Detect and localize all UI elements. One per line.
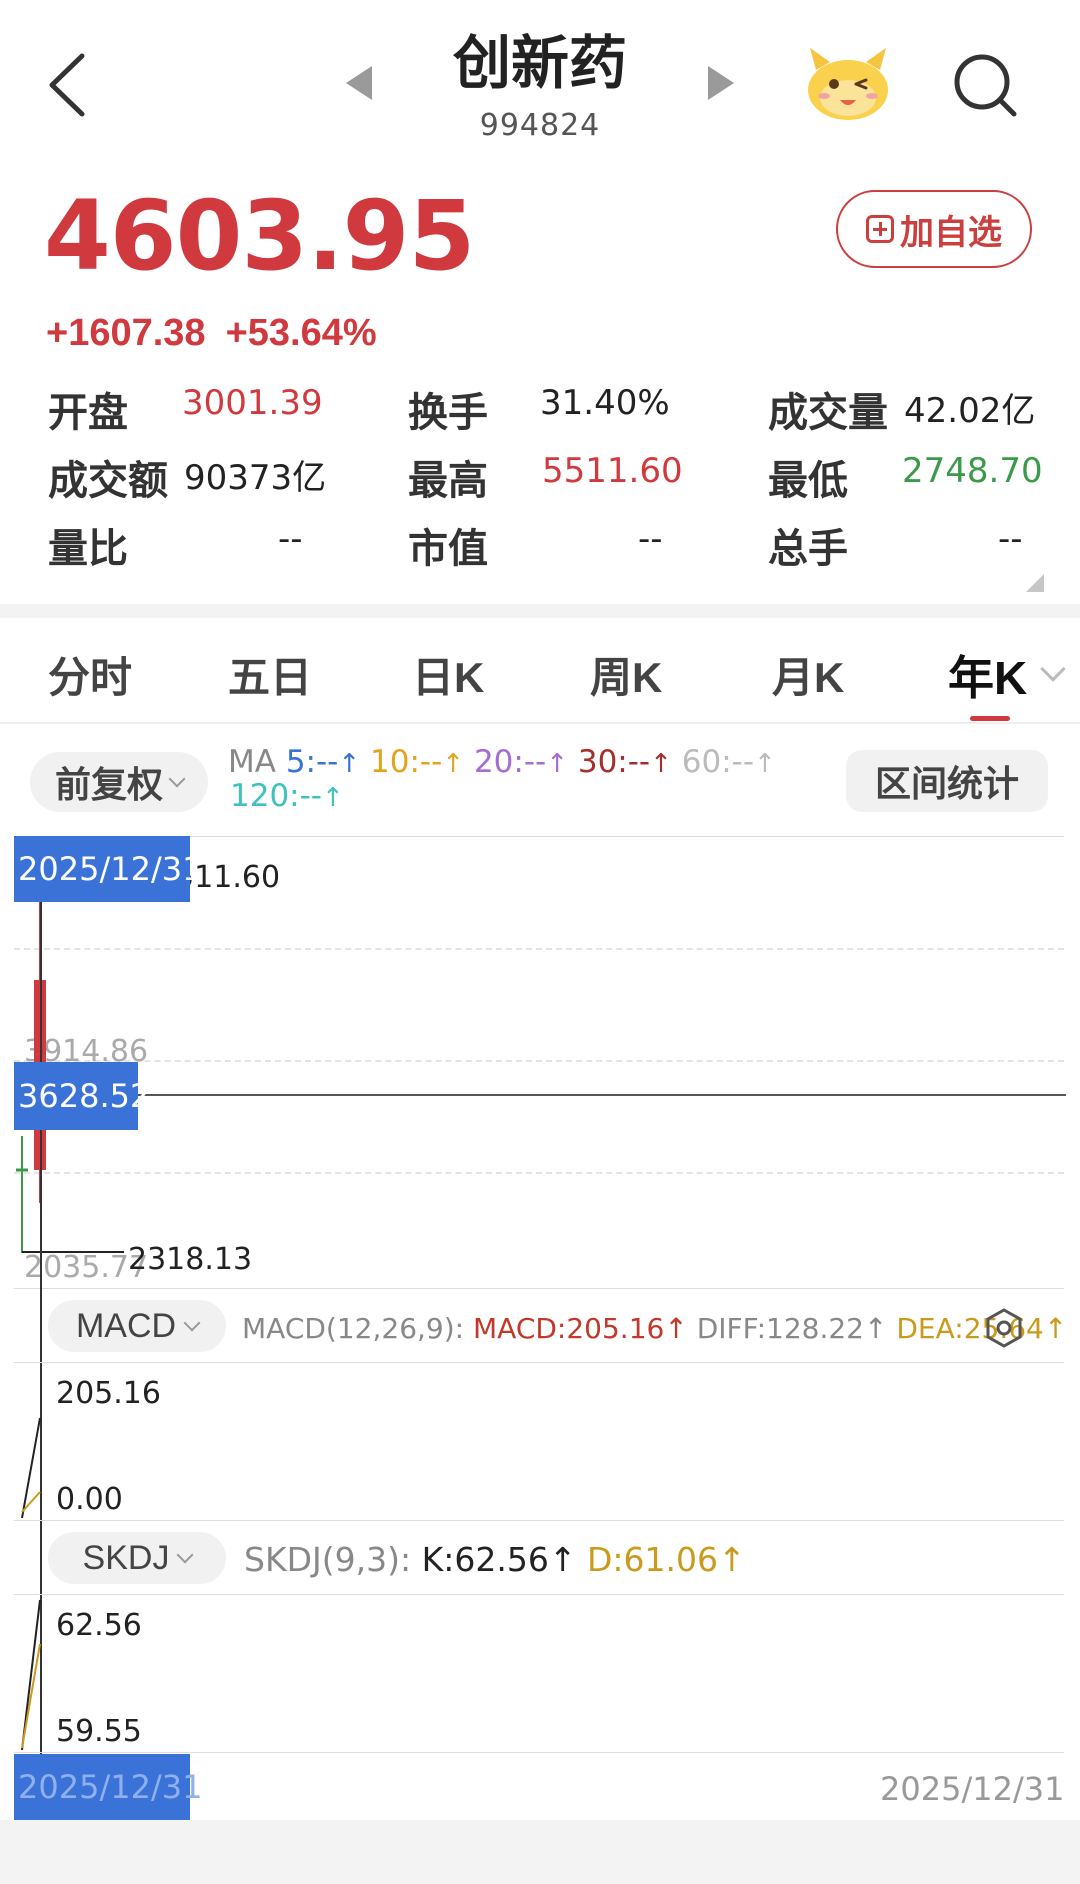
chart-bottom-border bbox=[14, 1288, 1064, 1289]
stat-value-turnover: 31.40% bbox=[540, 383, 670, 423]
change-percent: +53.64% bbox=[225, 312, 377, 354]
skdj-bottom-border bbox=[14, 1752, 1064, 1753]
macd-indicator-dropdown[interactable]: MACD bbox=[48, 1300, 226, 1352]
chevron-down-icon bbox=[176, 1546, 194, 1564]
current-price: 4603.95 bbox=[44, 180, 475, 292]
skdj-top-border bbox=[14, 1594, 1064, 1595]
stat-value-high: 5511.60 bbox=[542, 451, 683, 491]
low-price-label: 2318.13 bbox=[128, 1242, 253, 1277]
stat-label-volume-ratio: 量比 bbox=[48, 527, 128, 571]
tab-daily-k[interactable]: 日K bbox=[412, 644, 484, 705]
ma-60: 60:--↑ bbox=[681, 744, 776, 780]
crosshair-price-tag: 3628.52 bbox=[14, 1062, 150, 1130]
stat-label-low: 最低 bbox=[768, 459, 848, 503]
crosshair-horizontal bbox=[14, 1094, 1066, 1096]
chevron-down-icon bbox=[168, 770, 186, 788]
stat-label-high: 最高 bbox=[408, 459, 488, 503]
add-watchlist-label: 加自选 bbox=[900, 213, 1002, 252]
stat-label-turnover: 换手 bbox=[408, 391, 488, 435]
previous-stock-icon[interactable] bbox=[346, 66, 372, 100]
dea-value: DEA:25.64↑ bbox=[896, 1312, 1068, 1345]
stat-label-open: 开盘 bbox=[48, 391, 128, 435]
grid-line bbox=[14, 1172, 1064, 1174]
skdj-d-value: D:61.06↑ bbox=[586, 1540, 746, 1579]
bottom-date-tag: 2025/12/31 bbox=[14, 1754, 202, 1820]
stat-value-volume: 42.02亿 bbox=[904, 391, 1036, 431]
range-stats-button[interactable]: 区间统计 bbox=[846, 750, 1048, 812]
stock-code: 994824 bbox=[479, 108, 601, 143]
tab-weekly-k[interactable]: 周K bbox=[590, 644, 662, 705]
skdj-values: SKDJ(9,3): K:62.56↑ D:61.06↑ bbox=[244, 1540, 746, 1579]
stat-value-total-lots: -- bbox=[998, 519, 1023, 559]
macd-top-label: 205.16 bbox=[56, 1376, 161, 1411]
skdj-params: SKDJ(9,3): bbox=[244, 1540, 412, 1579]
stat-value-low: 2748.70 bbox=[902, 451, 1043, 491]
mascot-icon[interactable] bbox=[800, 40, 896, 124]
plus-box-icon bbox=[866, 215, 894, 243]
skdj-top-label: 62.56 bbox=[56, 1608, 142, 1643]
page-title: 创新药 bbox=[452, 31, 627, 96]
add-watchlist-button[interactable]: 加自选 bbox=[836, 190, 1032, 268]
macd-indicator-name: MACD bbox=[75, 1306, 177, 1345]
skdj-k-value: K:62.56↑ bbox=[421, 1540, 577, 1579]
macd-top-border bbox=[14, 1362, 1064, 1363]
change-amount: +1607.38 bbox=[46, 312, 206, 354]
chevron-down-icon bbox=[183, 1314, 201, 1332]
tab-yearly-k[interactable]: 年K bbox=[948, 642, 1027, 708]
skdj-canvas bbox=[21, 1599, 41, 1751]
settings-hexagon-icon[interactable] bbox=[984, 1308, 1024, 1348]
price-adjust-dropdown[interactable]: 前复权 bbox=[30, 752, 208, 812]
macd-values: MACD(12,26,9): MACD:205.16↑ DIFF:128.22↑… bbox=[242, 1312, 1067, 1345]
skdj-d-line bbox=[21, 1643, 41, 1749]
grid-line bbox=[14, 948, 1064, 950]
stat-label-volume: 成交量 bbox=[768, 391, 888, 435]
stat-value-volume-ratio: -- bbox=[278, 519, 303, 559]
stat-label-market-cap: 市值 bbox=[408, 527, 488, 571]
macd-bottom-border bbox=[14, 1520, 1064, 1521]
expand-corner-icon[interactable] bbox=[1026, 574, 1044, 592]
macd-params: MACD(12,26,9): bbox=[242, 1312, 465, 1345]
tab-five-day[interactable]: 五日 bbox=[228, 644, 312, 705]
section-divider bbox=[0, 604, 1080, 618]
ma-legend-row1: MA 5:--↑ 10:--↑ 20:--↑ 30:--↑ 60:--↑ bbox=[228, 744, 776, 780]
ma-30: 30:--↑ bbox=[577, 744, 672, 780]
stat-value-open: 3001.39 bbox=[182, 383, 323, 423]
price-adjust-label: 前复权 bbox=[54, 764, 163, 805]
ma-5: 5:--↑ bbox=[285, 744, 361, 780]
search-icon[interactable] bbox=[948, 48, 1022, 122]
ma-120: 120:--↑ bbox=[230, 778, 344, 814]
ma-prefix: MA bbox=[228, 744, 276, 780]
macd-value: MACD:205.16↑ bbox=[473, 1312, 688, 1345]
next-stock-icon[interactable] bbox=[708, 66, 734, 100]
skdj-indicator-name: SKDJ bbox=[82, 1538, 170, 1577]
skdj-bottom-label: 59.55 bbox=[56, 1714, 142, 1749]
stat-value-market-cap: -- bbox=[638, 519, 663, 559]
tab-intraday[interactable]: 分时 bbox=[48, 644, 132, 705]
stat-label-amount: 成交额 bbox=[48, 459, 168, 503]
grid-line bbox=[14, 1060, 1064, 1062]
diff-value: DIFF:128.22↑ bbox=[696, 1312, 888, 1345]
skdj-indicator-dropdown[interactable]: SKDJ bbox=[48, 1532, 226, 1584]
bottom-band bbox=[0, 1820, 1080, 1884]
macd-bottom-label: 0.00 bbox=[56, 1482, 123, 1517]
ma-10: 10:--↑ bbox=[370, 744, 465, 780]
stat-label-total-lots: 总手 bbox=[768, 527, 848, 571]
end-date-label: 2025/12/31 bbox=[880, 1770, 1065, 1808]
back-icon[interactable] bbox=[40, 50, 100, 120]
ma-20: 20:--↑ bbox=[473, 744, 568, 780]
tab-monthly-k[interactable]: 月K bbox=[772, 644, 844, 705]
macd-canvas bbox=[21, 1417, 41, 1519]
stat-value-amount: 90373亿 bbox=[184, 458, 327, 498]
tab-chevron-down-icon[interactable] bbox=[1040, 656, 1066, 682]
crosshair-date-tag: 2025/12/31 bbox=[14, 836, 202, 902]
tab-divider bbox=[0, 722, 1080, 724]
price-change: +1607.38 +53.64% bbox=[46, 312, 397, 355]
active-tab-indicator bbox=[970, 716, 1010, 721]
